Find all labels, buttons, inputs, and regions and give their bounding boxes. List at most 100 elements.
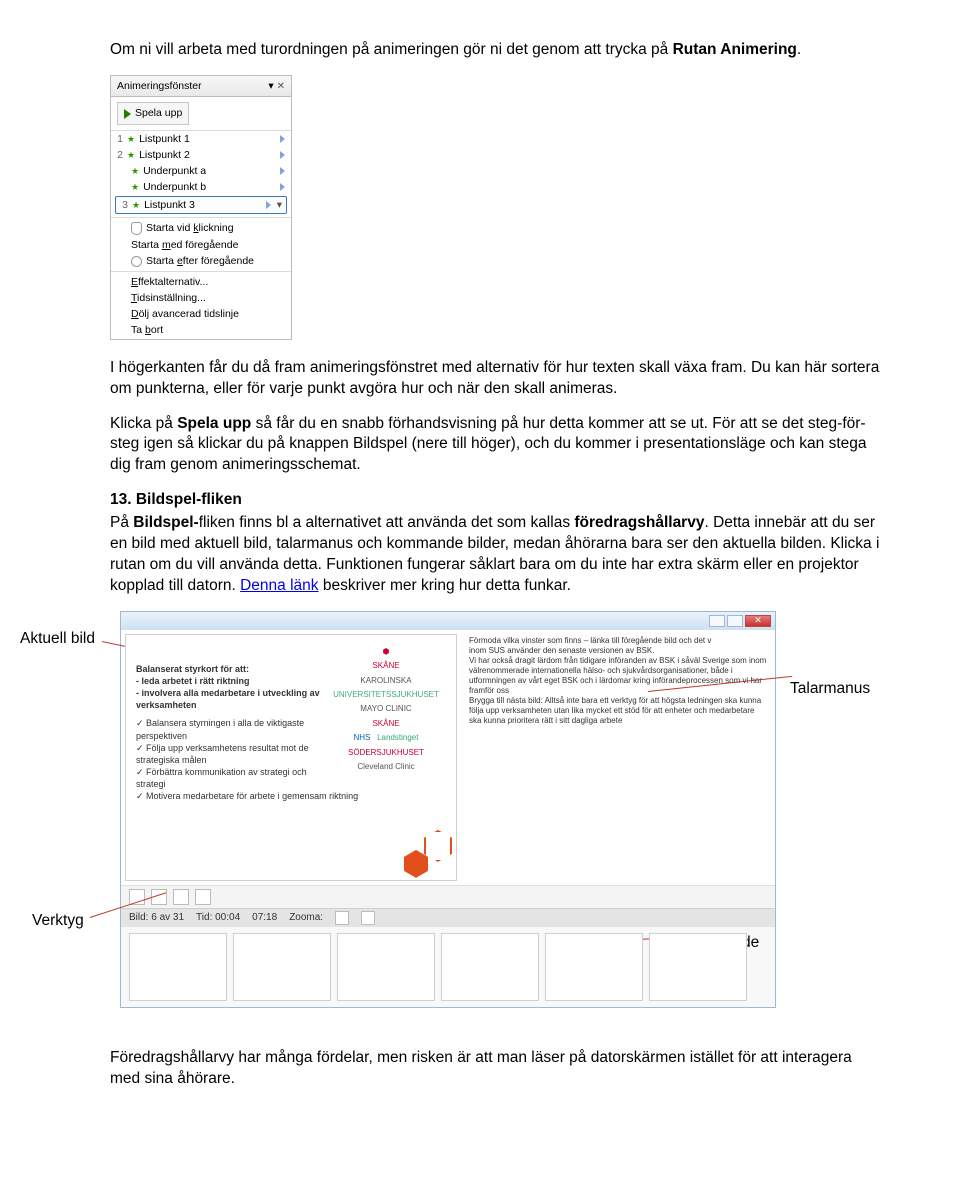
animation-list: 1★Listpunkt 1 2★Listpunkt 2 ★Underpunkt … (111, 130, 291, 339)
slide-thumbnail[interactable] (441, 933, 539, 1001)
logo-label: SKÅNE (326, 717, 446, 731)
inline-bold: Spela upp (177, 415, 251, 432)
item-label: Underpunkt a (143, 164, 206, 178)
item-label: Listpunkt 3 (144, 198, 195, 212)
inline-link[interactable]: Denna länk (240, 577, 318, 594)
paragraph: I högerkanten får du då fram animeringsf… (110, 358, 880, 400)
current-slide-preview: ⬢SKÅNE KAROLINSKA UNIVERSITETSSJUKHUSET … (125, 634, 457, 881)
slide-check: ✓ Motivera medarbetare för arbete i geme… (136, 790, 446, 802)
status-bar: Bild: 6 av 31 Tid: 00:04 07:18 Zooma: (121, 908, 775, 927)
slide-thumbnail[interactable] (129, 933, 227, 1001)
hexagon-icon (424, 830, 452, 862)
inline-bold: Rutan Animering (673, 41, 797, 58)
inline-bold: föredragshållarvy (574, 514, 704, 531)
section-heading: 13. Bildspel-fliken (110, 490, 880, 511)
play-label: Spela upp (135, 106, 182, 120)
text: Om ni vill arbeta med turordningen på an… (110, 41, 673, 58)
clock-icon (131, 256, 142, 267)
slide-thumbnail[interactable] (337, 933, 435, 1001)
highlight-tool-icon[interactable] (173, 889, 189, 905)
text: fliken finns bl a alternativet att använ… (199, 514, 575, 531)
menu-tool-icon[interactable] (195, 889, 211, 905)
item-index: 2 (115, 148, 123, 162)
list-item[interactable]: 2 ★ Listpunkt 2 (111, 147, 291, 163)
star-icon: ★ (127, 133, 135, 145)
logo-label: UNIVERSITETSSJUKHUSET (326, 688, 446, 702)
list-item[interactable]: ★ Underpunkt a (111, 163, 291, 179)
logo-label: Cleveland Clinic (326, 760, 446, 774)
dropdown-icon[interactable]: ▾ (277, 198, 282, 212)
slide-thumbnail[interactable] (233, 933, 331, 1001)
item-label: Listpunkt 2 (139, 148, 190, 162)
logo-label: NHS (354, 733, 371, 742)
notes-line: inom SUS använder den senaste versionen … (469, 646, 767, 656)
callout-tools: Verktyg (32, 911, 84, 932)
slide-thumbnail[interactable] (649, 933, 747, 1001)
status-elapsed-time: Tid: 00:04 (196, 911, 240, 925)
star-icon: ★ (131, 165, 139, 177)
chevron-icon (280, 167, 285, 175)
star-icon: ★ (131, 181, 139, 193)
ctx-start-on-click[interactable]: Starta vid klickning (111, 220, 291, 236)
play-button[interactable]: Spela upp (117, 102, 189, 124)
status-zoom-label: Zooma: (289, 911, 323, 925)
slide-thumbnail[interactable] (545, 933, 643, 1001)
animation-pane: Animeringsfönster ▾ ✕ Spela upp 1★Listpu… (110, 75, 292, 340)
presenter-view-figure: Aktuell bild Talarmanus Verktyg Kommande… (20, 611, 790, 1008)
maximize-button[interactable] (727, 615, 743, 627)
paragraph: Klicka på Spela upp så får du en snabb f… (110, 414, 880, 477)
ctx-remove[interactable]: Ta bort (111, 322, 291, 338)
logo-label: Landstinget (377, 733, 418, 742)
list-item-selected[interactable]: 3 ★ Listpunkt 3 ▾ (111, 195, 291, 215)
paragraph: På Bildspel-fliken finns bl a alternativ… (110, 513, 880, 597)
status-clock-time: 07:18 (252, 911, 277, 925)
zoom-in-button[interactable] (361, 911, 375, 925)
ctx-start-with-previous[interactable]: Starta med föregående (111, 237, 291, 253)
close-icon[interactable]: ✕ (277, 81, 285, 92)
item-label: Listpunkt 1 (139, 132, 190, 146)
notes-line: Brygga till nästa bild: Alltså inte bara… (469, 696, 767, 726)
list-item[interactable]: ★ Underpunkt b (111, 179, 291, 195)
item-index: 3 (120, 198, 128, 212)
chevron-icon (280, 183, 285, 191)
tools-bar (121, 885, 775, 908)
text: På (110, 514, 133, 531)
text: . (797, 41, 801, 58)
logo-label: SÖDERSJUKHUSET (326, 746, 446, 760)
star-icon: ★ (132, 199, 140, 211)
paragraph: Föredragshållarvy har många fördelar, me… (110, 1048, 880, 1090)
chevron-icon (280, 135, 285, 143)
star-icon: ★ (127, 149, 135, 161)
presenter-view-window: ✕ ⬢SKÅNE KAROLINSKA UNIVERSITETSSJUKHUSE… (120, 611, 776, 1008)
item-label: Underpunkt b (143, 180, 206, 194)
inline-bold: Bildspel- (133, 514, 198, 531)
zoom-out-button[interactable] (335, 911, 349, 925)
upcoming-thumbnails (121, 927, 775, 1007)
text: Klicka på (110, 415, 177, 432)
pane-title: Animeringsfönster (117, 79, 202, 93)
notes-line: Vi har också dragit lärdom från tidigare… (469, 656, 767, 696)
list-item[interactable]: 1★Listpunkt 1 (111, 131, 291, 147)
notes-line: Förmoda vilka vinster som finns – länka … (469, 636, 767, 646)
ctx-start-after-previous[interactable]: Starta efter föregående (111, 253, 291, 269)
presenter-body: ⬢SKÅNE KAROLINSKA UNIVERSITETSSJUKHUSET … (121, 630, 775, 885)
slide-logos: ⬢SKÅNE KAROLINSKA UNIVERSITETSSJUKHUSET … (326, 645, 446, 775)
speaker-notes: Förmoda vilka vinster som finns – länka … (461, 630, 775, 885)
ctx-label: Starta vid klickning (146, 222, 234, 234)
minimize-button[interactable] (709, 615, 725, 627)
callout-current-slide: Aktuell bild (20, 629, 95, 650)
callout-notes: Talarmanus (790, 679, 870, 700)
logo-label: KAROLINSKA (326, 674, 446, 688)
ctx-timing[interactable]: Tidsinställning... (111, 290, 291, 306)
dropdown-icon[interactable]: ▾ ✕ (268, 79, 285, 94)
window-titlebar: ✕ (121, 612, 775, 630)
chevron-icon (266, 201, 271, 209)
logo-label: SKÅNE (372, 661, 399, 670)
ctx-effect-options[interactable]: Effektalternativ... (111, 274, 291, 290)
logo-label: MAYO CLINIC (326, 702, 446, 716)
chevron-icon (280, 151, 285, 159)
ctx-hide-timeline[interactable]: Dölj avancerad tidslinje (111, 306, 291, 322)
close-button[interactable]: ✕ (745, 615, 771, 627)
text: beskriver mer kring hur detta funkar. (319, 577, 571, 594)
play-icon (124, 109, 131, 119)
